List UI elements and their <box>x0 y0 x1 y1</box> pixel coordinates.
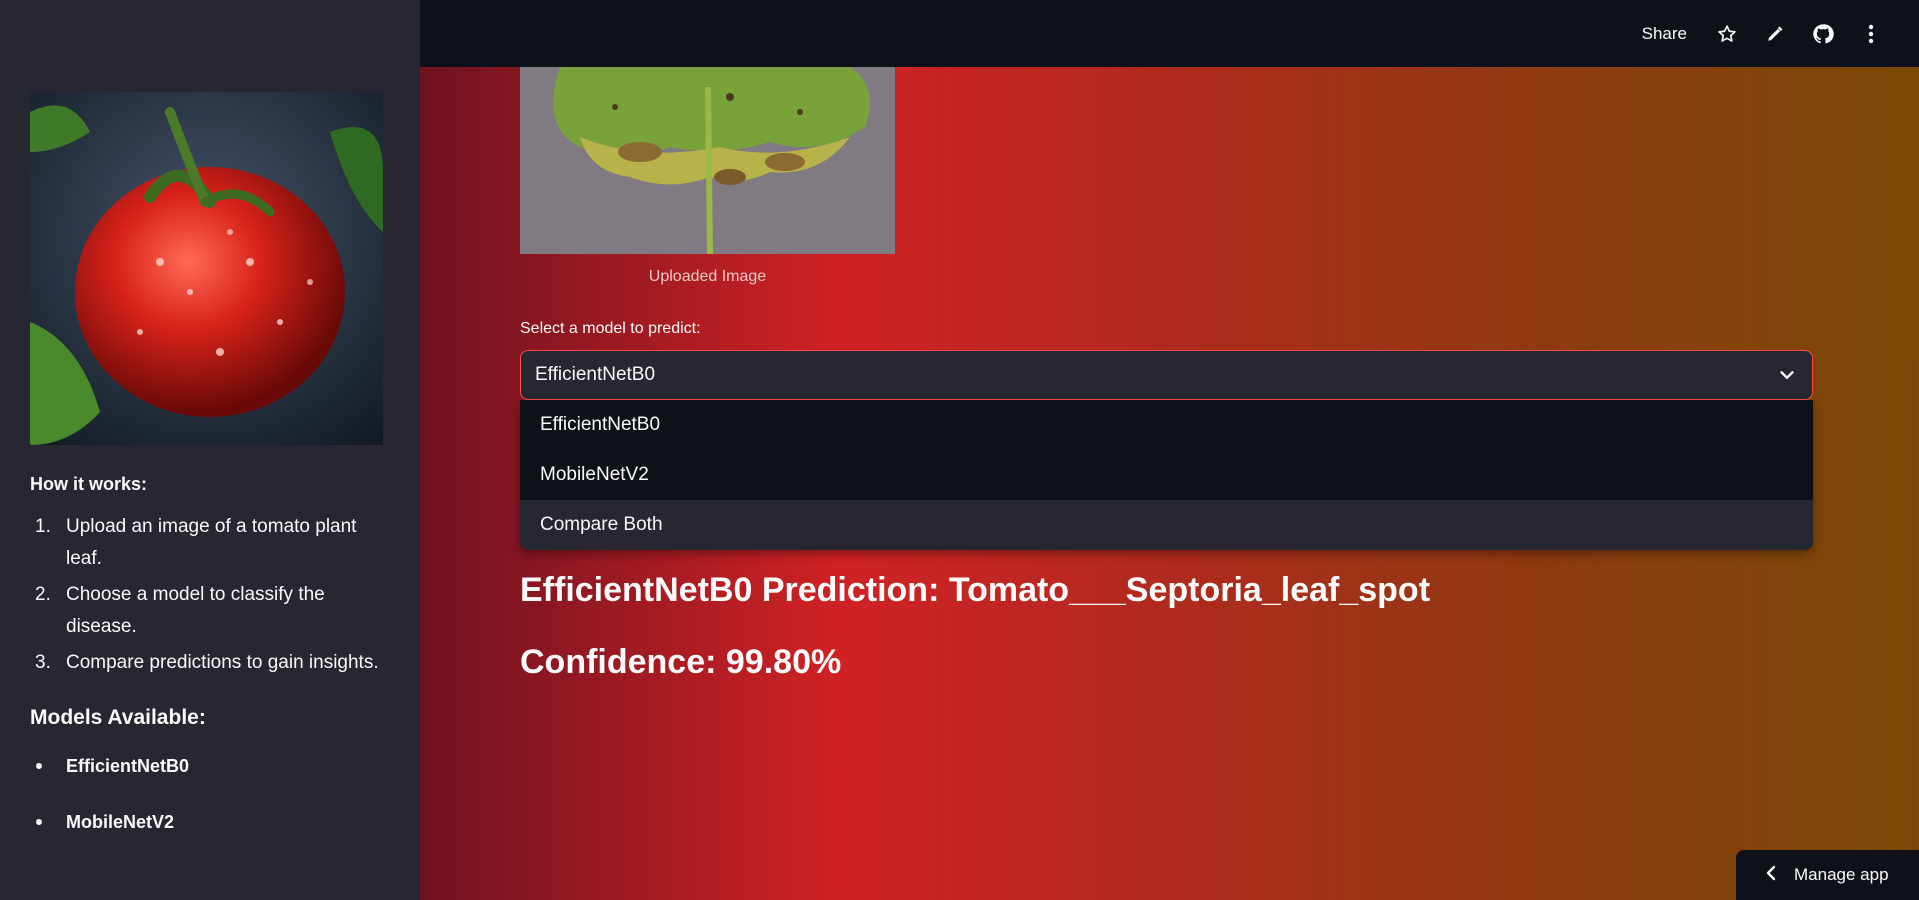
pencil-icon[interactable] <box>1763 22 1787 46</box>
manage-app-label: Manage app <box>1794 865 1889 884</box>
chevron-left-icon <box>1764 864 1778 887</box>
models-available-heading: Models Available: <box>30 706 206 729</box>
scrollbar[interactable] <box>1911 360 1917 860</box>
uploaded-leaf-image <box>520 67 895 254</box>
select-value: EfficientNetB0 <box>535 364 656 385</box>
kebab-menu-icon[interactable] <box>1859 22 1883 46</box>
share-button[interactable]: Share <box>1642 24 1687 44</box>
sidebar: How it works: 1. Upload an image of a to… <box>0 0 420 900</box>
list-item: EfficientNetB0 <box>30 753 390 779</box>
list-item: MobileNetV2 <box>30 809 390 835</box>
list-item: 2. Choose a model to classify the diseas… <box>35 584 325 637</box>
option-mobilenetv2[interactable]: MobileNetV2 <box>520 450 1813 500</box>
confidence-result: Confidence: 99.80% <box>520 643 842 681</box>
select-label: Select a model to predict: <box>520 320 701 337</box>
how-it-works-heading: How it works: <box>30 474 148 494</box>
image-caption: Uploaded Image <box>648 268 767 285</box>
github-icon[interactable] <box>1811 22 1835 46</box>
star-icon[interactable] <box>1715 22 1739 46</box>
manage-app-button[interactable]: Manage app <box>1736 850 1919 900</box>
steps-list: 1. Upload an image of a tomato plant lea… <box>30 511 390 679</box>
main-content: Share Uploaded Image Select a model to p… <box>420 0 1919 900</box>
option-efficientnetb0[interactable]: EfficientNetB0 <box>520 400 1813 450</box>
chevron-down-icon <box>1776 364 1798 392</box>
models-list: EfficientNetB0 MobileNetV2 <box>30 753 390 835</box>
option-compare-both[interactable]: Compare Both <box>520 500 1813 550</box>
list-item: 1. Upload an image of a tomato plant lea… <box>35 516 357 569</box>
model-select[interactable]: EfficientNetB0 <box>520 350 1813 400</box>
top-header: Share <box>420 0 1919 67</box>
model-dropdown-menu: EfficientNetB0 MobileNetV2 Compare Both <box>520 400 1813 550</box>
list-item: 3. Compare predictions to gain insights. <box>35 652 379 673</box>
tomato-image <box>30 92 383 445</box>
app-root: How it works: 1. Upload an image of a to… <box>0 0 1919 900</box>
prediction-result: EfficientNetB0 Prediction: Tomato___Sept… <box>520 571 1431 609</box>
